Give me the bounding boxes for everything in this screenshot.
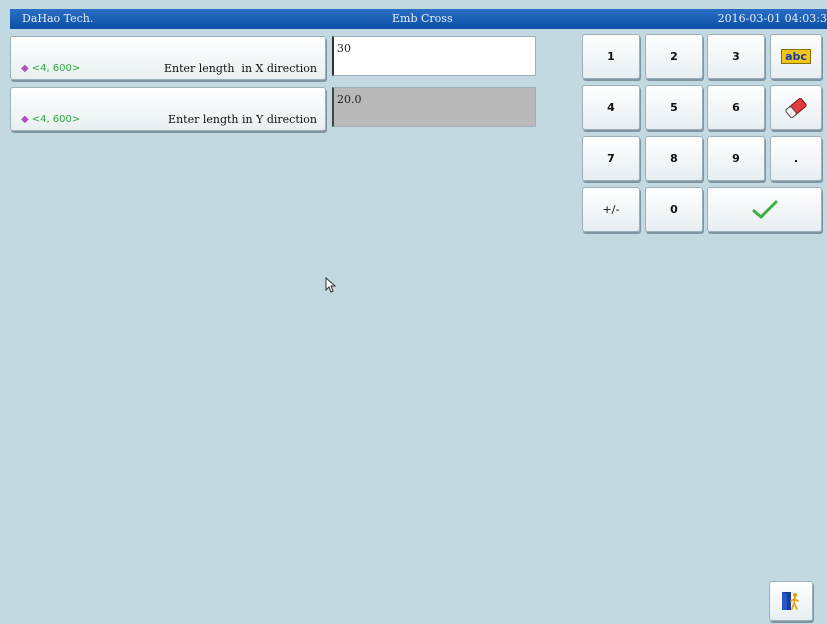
abc-keyboard-icon: abc: [781, 49, 811, 64]
abc-keyboard-button[interactable]: abc: [770, 34, 822, 79]
screen-title: Emb Cross: [392, 12, 453, 25]
x-length-field-button[interactable]: ◆ <4, 600> Enter length in X direction: [10, 36, 326, 80]
key-0[interactable]: 0: [645, 187, 703, 232]
y-length-field-button[interactable]: ◆ <4, 600> Enter length in Y direction: [10, 87, 326, 131]
title-bar: DaHao Tech. Emb Cross 2016-03-01 04:03:3: [10, 9, 827, 29]
key-3[interactable]: 3: [707, 34, 765, 79]
y-range-hint: ◆ <4, 600>: [21, 114, 80, 125]
y-length-input[interactable]: 20.0: [332, 87, 536, 127]
y-length-label: Enter length in Y direction: [168, 113, 317, 126]
x-length-label: Enter length in X direction: [163, 62, 317, 75]
datetime: 2016-03-01 04:03:3: [717, 12, 827, 25]
key-7[interactable]: 7: [582, 136, 640, 181]
diamond-arrow-icon: ◆: [21, 114, 29, 125]
erase-button[interactable]: [770, 85, 822, 130]
key-1[interactable]: 1: [582, 34, 640, 79]
eraser-icon: [785, 97, 807, 118]
x-range-hint: ◆ <4, 600>: [21, 63, 80, 74]
exit-button[interactable]: [769, 581, 813, 621]
mouse-pointer-icon: [325, 277, 337, 293]
key-dot[interactable]: .: [770, 136, 822, 181]
diamond-arrow-icon: ◆: [21, 63, 29, 74]
key-8[interactable]: 8: [645, 136, 703, 181]
key-5[interactable]: 5: [645, 85, 703, 130]
key-plus-minus[interactable]: +/-: [582, 187, 640, 232]
checkmark-icon: [752, 200, 777, 218]
key-9[interactable]: 9: [707, 136, 765, 181]
key-2[interactable]: 2: [645, 34, 703, 79]
x-length-input[interactable]: 30: [332, 36, 536, 76]
confirm-button[interactable]: [707, 187, 822, 232]
exit-door-icon: [782, 592, 799, 610]
x-range-text: <4, 600>: [31, 63, 81, 74]
brand-name: DaHao Tech.: [22, 12, 94, 25]
key-4[interactable]: 4: [582, 85, 640, 130]
y-range-text: <4, 600>: [31, 114, 81, 125]
key-6[interactable]: 6: [707, 85, 765, 130]
